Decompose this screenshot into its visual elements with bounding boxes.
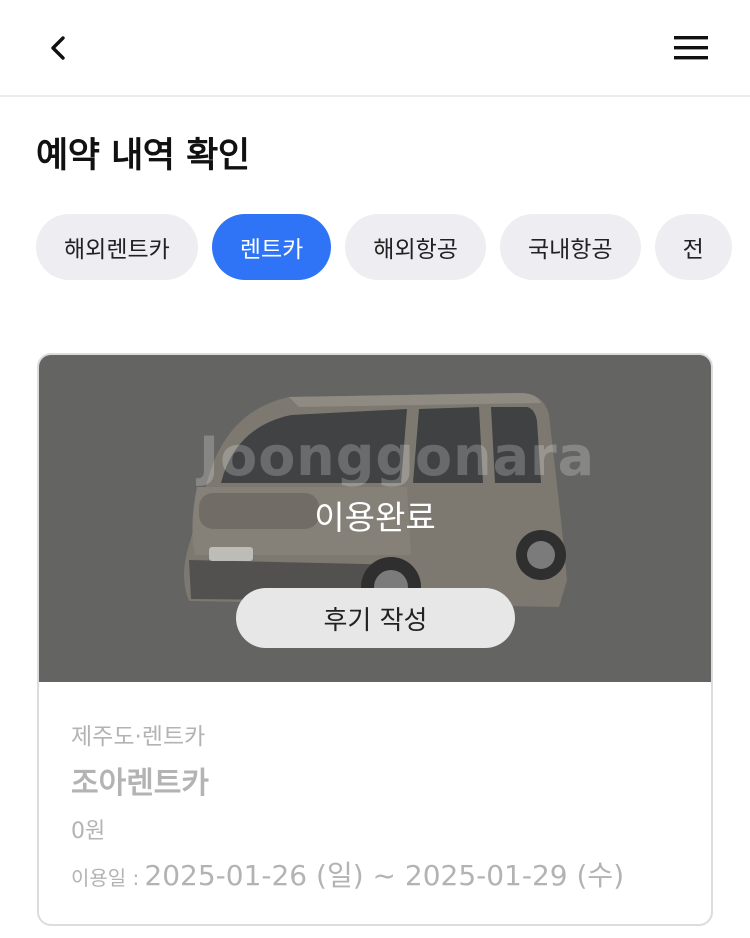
tab-partial[interactable]: 전 bbox=[654, 214, 732, 280]
usage-date: 이용일 : 2025-01-26 (일) ~ 2025-01-29 (수) bbox=[71, 856, 624, 900]
hamburger-menu-icon bbox=[674, 36, 708, 60]
menu-button[interactable] bbox=[668, 26, 714, 70]
tab-overseas-flight[interactable]: 해외항공 bbox=[345, 214, 486, 280]
reservation-category: 제주도·렌트카 bbox=[71, 724, 206, 750]
top-header bbox=[0, 0, 750, 97]
usage-date-label: 이용일 : bbox=[71, 866, 140, 890]
page-title: 예약 내역 확인 bbox=[36, 136, 250, 176]
reservation-card[interactable]: Joonggonara 이용완료 후기 작성 제주도·렌트카 조아렌트카 0원 … bbox=[37, 353, 713, 926]
reservation-info: 제주도·렌트카 조아렌트카 0원 이용일 : 2025-01-26 (일) ~ … bbox=[71, 720, 624, 900]
watermark-logo: Joonggonara bbox=[199, 425, 596, 488]
write-review-button[interactable]: 후기 작성 bbox=[236, 588, 515, 648]
tab-domestic-flight[interactable]: 국내항공 bbox=[499, 214, 641, 280]
tab-overseas-rentcar[interactable]: 해외렌트카 bbox=[36, 214, 198, 280]
back-button[interactable] bbox=[36, 26, 80, 70]
category-tabs: 해외렌트카 렌트카 해외항공 국내항공 전 bbox=[36, 214, 732, 280]
tab-rentcar[interactable]: 렌트카 bbox=[211, 214, 332, 280]
price: 0원 bbox=[71, 819, 106, 844]
chevron-left-icon bbox=[51, 36, 65, 60]
usage-date-value: 2025-01-26 (일) ~ 2025-01-29 (수) bbox=[144, 859, 625, 892]
vendor-name: 조아렌트카 bbox=[71, 766, 209, 801]
car-image-overlay: Joonggonara 이용완료 후기 작성 bbox=[39, 355, 711, 682]
status-label: 이용완료 bbox=[314, 498, 436, 537]
